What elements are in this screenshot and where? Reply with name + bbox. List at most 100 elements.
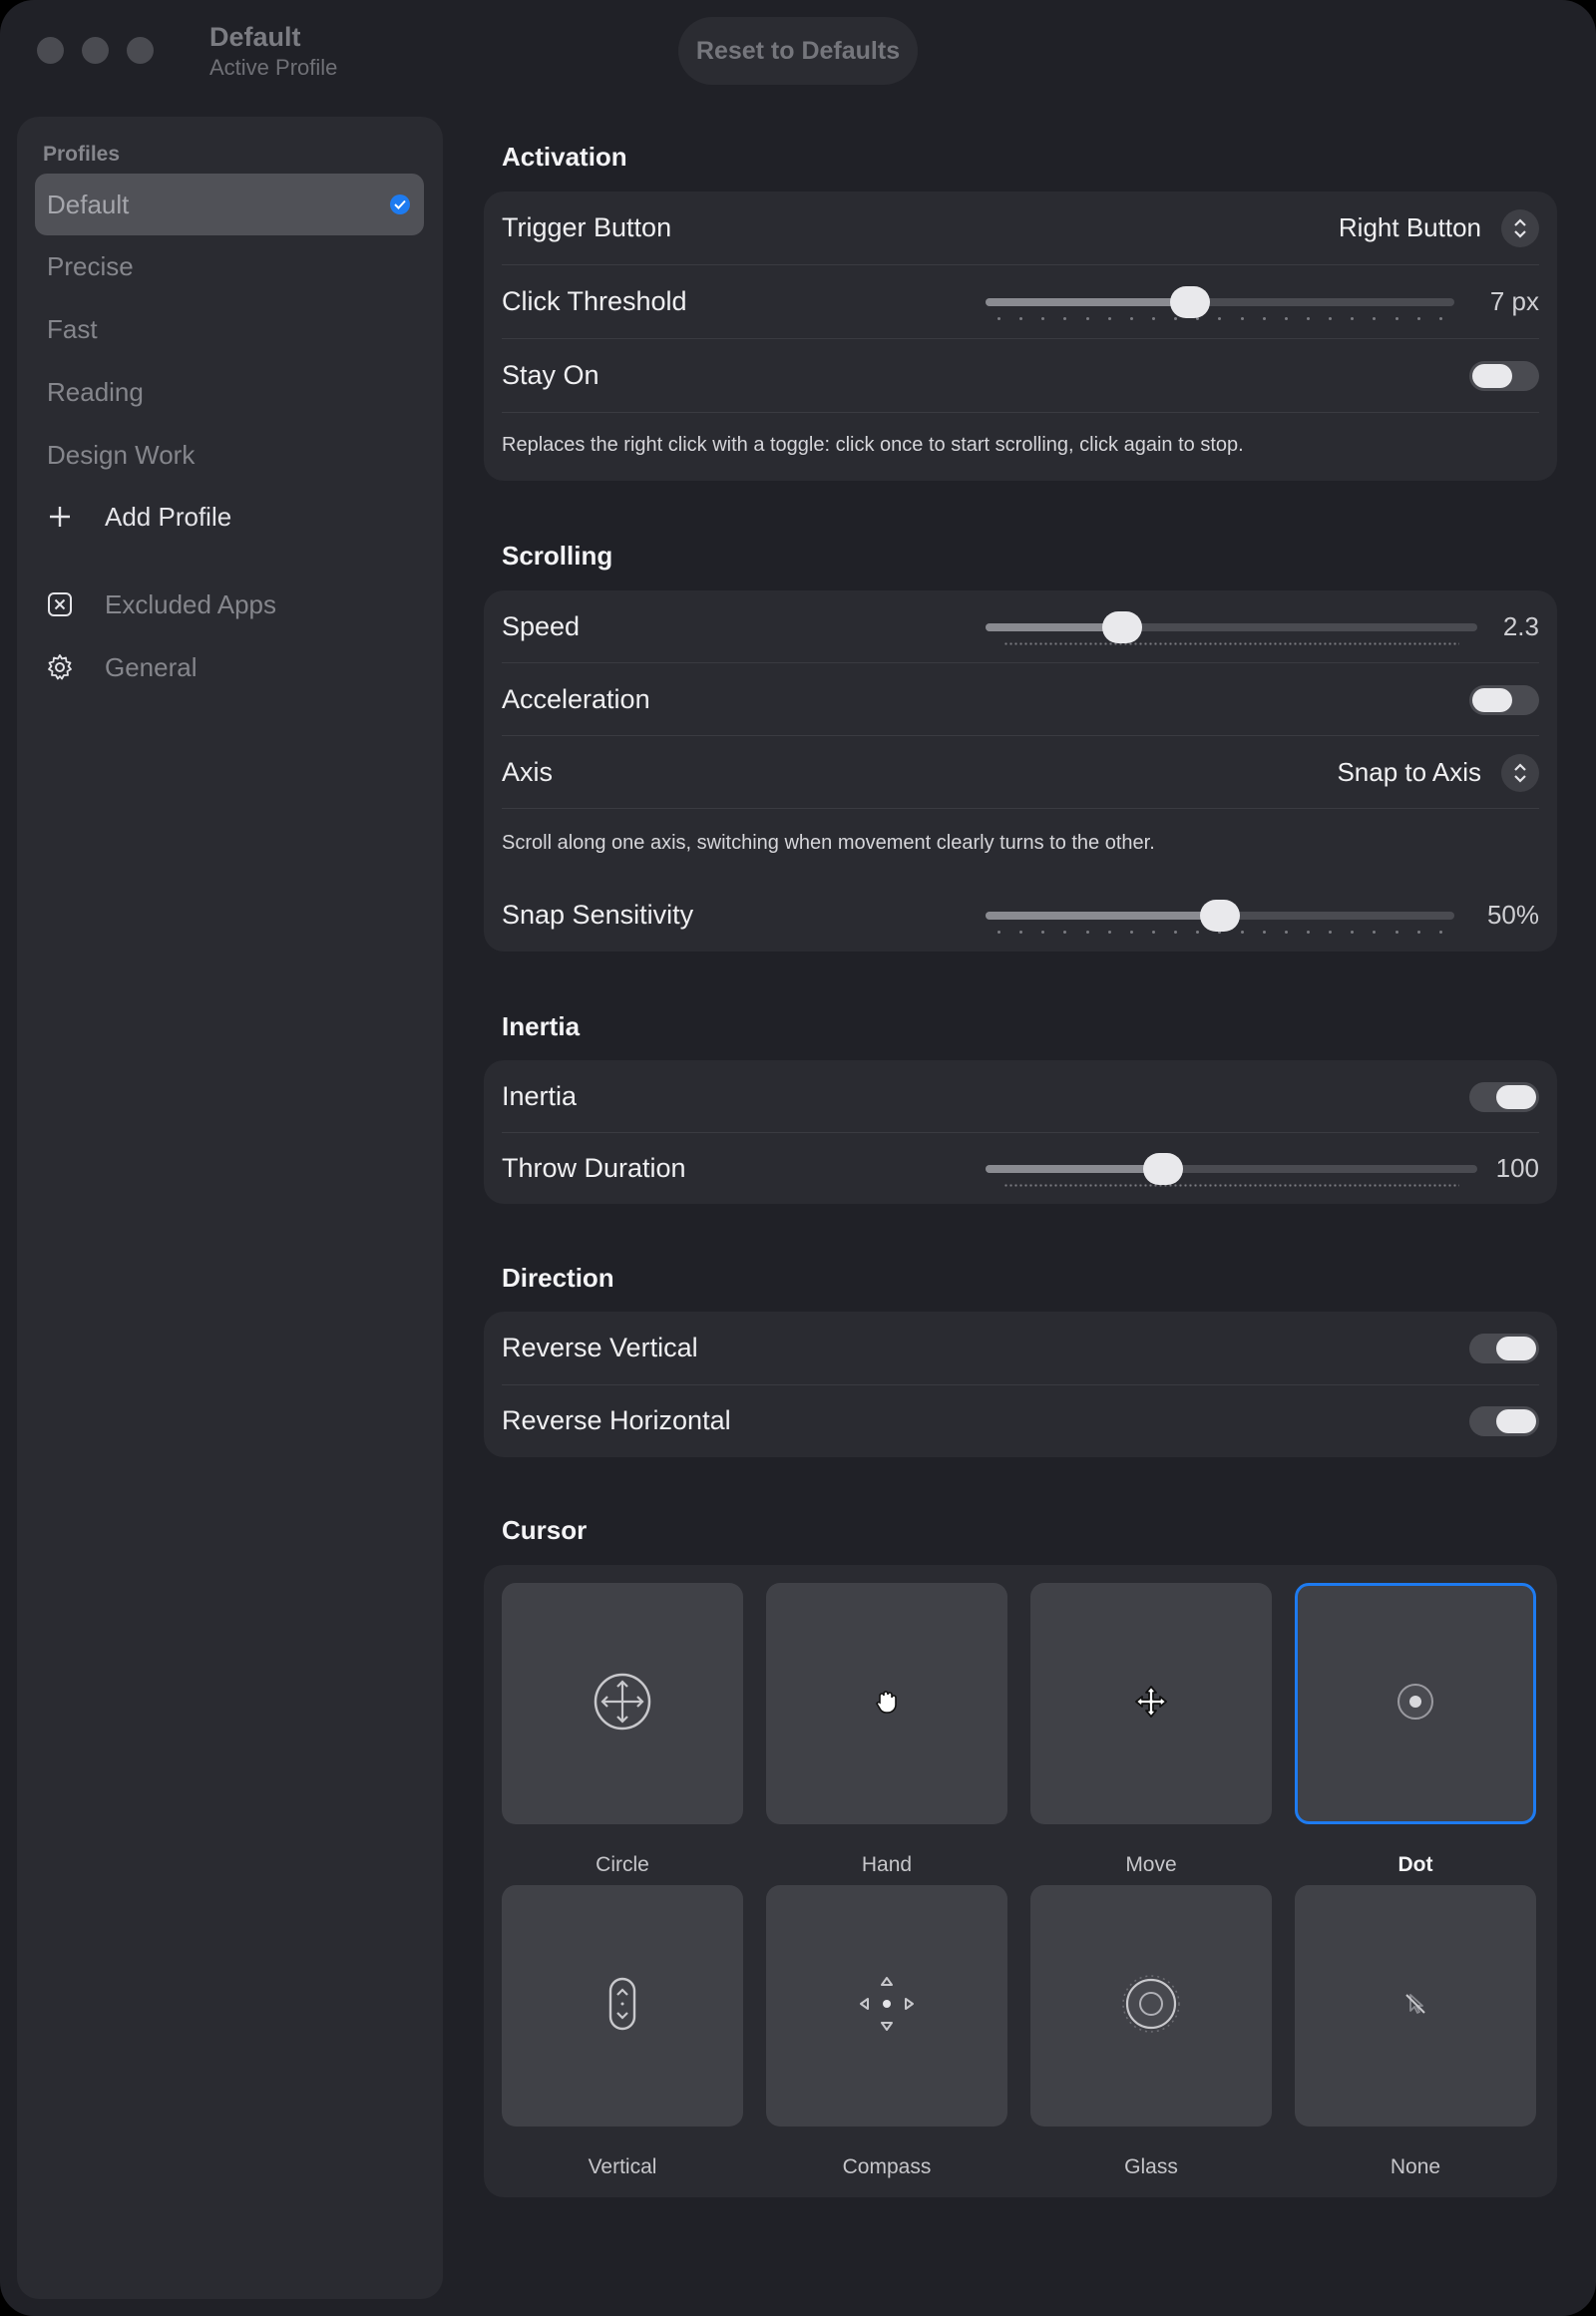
reverse-vertical-toggle[interactable]	[1469, 1334, 1539, 1363]
inertia-row: Inertia	[502, 1060, 1539, 1133]
slider-tick	[1151, 931, 1155, 934]
slider-ticks	[1003, 1184, 1459, 1187]
plus-icon	[45, 502, 75, 532]
sidebar-item-design-work[interactable]: Design Work	[35, 424, 424, 486]
sidebar-item-default[interactable]: Default	[35, 174, 424, 235]
slider-tick	[1107, 931, 1111, 934]
minimize-window-button[interactable]	[82, 37, 109, 64]
trigger-button-value: Right Button	[1338, 212, 1481, 242]
zoom-window-button[interactable]	[127, 37, 154, 64]
stay-on-toggle[interactable]	[1469, 361, 1539, 391]
cursor-card: Circle Hand Move Dot Vertical Compass Gl…	[484, 1565, 1557, 2197]
reset-to-defaults-button[interactable]: Reset to Defaults	[678, 17, 918, 85]
click-threshold-value: 7 px	[1489, 286, 1539, 316]
stay-on-label: Stay On	[502, 360, 599, 390]
inertia-toggle[interactable]	[1469, 1082, 1539, 1112]
cursor-option-none[interactable]	[1295, 1885, 1536, 2126]
cursor-option-vertical[interactable]	[502, 1885, 743, 2126]
sidebar-item-label: Design Work	[47, 439, 196, 470]
slider-tick	[1174, 317, 1178, 320]
slider-thumb[interactable]	[1200, 900, 1240, 932]
slider-thumb[interactable]	[1169, 286, 1210, 318]
throw-duration-label: Throw Duration	[502, 1153, 686, 1183]
cursor-option-dot[interactable]	[1295, 1583, 1536, 1824]
hand-icon	[873, 1688, 901, 1721]
slider-thumb[interactable]	[1101, 611, 1142, 643]
cursor-option-label: Circle	[596, 1853, 649, 1876]
direction-section-title: Direction	[502, 1263, 614, 1293]
slider-tick	[1151, 317, 1155, 320]
throw-duration-slider[interactable]	[986, 1132, 1477, 1205]
cursor-option-label: Hand	[861, 1853, 913, 1876]
axis-label: Axis	[502, 757, 554, 787]
trigger-button-row: Trigger Button Right Button	[502, 192, 1539, 264]
speed-slider[interactable]	[986, 590, 1477, 663]
window-title: Default	[209, 22, 301, 52]
window-subtitle: Active Profile	[209, 55, 338, 80]
move-icon	[1134, 1685, 1168, 1724]
click-threshold-label: Click Threshold	[502, 286, 687, 316]
sidebar-item-reading[interactable]: Reading	[35, 361, 424, 423]
activation-section-title: Activation	[502, 142, 627, 172]
reverse-horizontal-row: Reverse Horizontal	[502, 1384, 1539, 1457]
glass-icon	[1119, 1972, 1183, 2041]
slider-tick	[1085, 931, 1089, 934]
toggle-knob	[1496, 1337, 1536, 1360]
slider-tick	[1129, 931, 1133, 934]
acceleration-label: Acceleration	[502, 684, 650, 714]
inertia-label: Inertia	[502, 1081, 578, 1111]
settings-window: Default Active Profile Reset to Defaults…	[0, 0, 1596, 2316]
sidebar-item-excluded-apps[interactable]: Excluded Apps	[35, 574, 424, 635]
cursor-option-hand[interactable]	[766, 1583, 1007, 1824]
slider-tick	[1262, 317, 1266, 320]
chevron-up-down-icon	[1501, 753, 1539, 792]
slider-tick	[1329, 317, 1333, 320]
checkmark-icon	[390, 194, 410, 214]
slider-tick	[998, 317, 1000, 320]
cursor-option-compass[interactable]	[766, 1885, 1007, 2126]
inertia-section-title: Inertia	[502, 1011, 581, 1041]
acceleration-row: Acceleration	[502, 663, 1539, 736]
cursor-option-glass[interactable]	[1030, 1885, 1272, 2126]
toggle-knob	[1496, 1409, 1536, 1433]
slider-tick	[1196, 931, 1200, 934]
sidebar: Profiles Default Precise Fast Reading De…	[17, 117, 443, 2299]
slider-tick	[1240, 317, 1244, 320]
slider-fill	[986, 1165, 1163, 1173]
slider-thumb[interactable]	[1142, 1153, 1183, 1185]
slider-tick	[1395, 931, 1398, 934]
gear-icon	[45, 652, 75, 682]
slider-tick	[998, 931, 1000, 934]
compass-icon	[857, 1974, 917, 2039]
axis-select[interactable]: Snap to Axis	[1337, 736, 1539, 809]
sidebar-header: Profiles	[43, 143, 121, 166]
cursor-option-circle[interactable]	[502, 1583, 743, 1824]
axis-description: Scroll along one axis, switching when mo…	[502, 832, 1155, 854]
slider-ticks	[998, 317, 1442, 323]
sidebar-item-fast[interactable]: Fast	[35, 298, 424, 360]
none-icon	[1402, 1991, 1428, 2022]
speed-value: 2.3	[1502, 611, 1539, 641]
add-profile-label: Add Profile	[105, 501, 232, 532]
click-threshold-slider[interactable]	[986, 265, 1454, 338]
inertia-card: Inertia Throw Duration 100	[484, 1060, 1557, 1204]
cursor-option-move[interactable]	[1030, 1583, 1272, 1824]
slider-tick	[1373, 317, 1377, 320]
close-window-button[interactable]	[37, 37, 64, 64]
slider-tick	[1438, 931, 1442, 934]
snap-sensitivity-label: Snap Sensitivity	[502, 900, 694, 930]
cursor-option-label: None	[1390, 2155, 1441, 2178]
sidebar-item-general[interactable]: General	[35, 636, 424, 698]
reverse-horizontal-toggle[interactable]	[1469, 1406, 1539, 1436]
add-profile-button[interactable]: Add Profile	[35, 486, 424, 548]
snap-sensitivity-slider[interactable]	[986, 879, 1454, 952]
acceleration-toggle[interactable]	[1469, 685, 1539, 715]
trigger-button-select[interactable]: Right Button	[1339, 192, 1539, 264]
activation-card: Trigger Button Right Button Click Thresh…	[484, 192, 1557, 481]
divider	[502, 412, 1539, 413]
slider-tick	[1416, 317, 1420, 320]
reverse-vertical-label: Reverse Vertical	[502, 1333, 698, 1362]
sidebar-item-precise[interactable]: Precise	[35, 235, 424, 297]
slider-tick	[1351, 931, 1355, 934]
slider-fill	[986, 912, 1220, 920]
